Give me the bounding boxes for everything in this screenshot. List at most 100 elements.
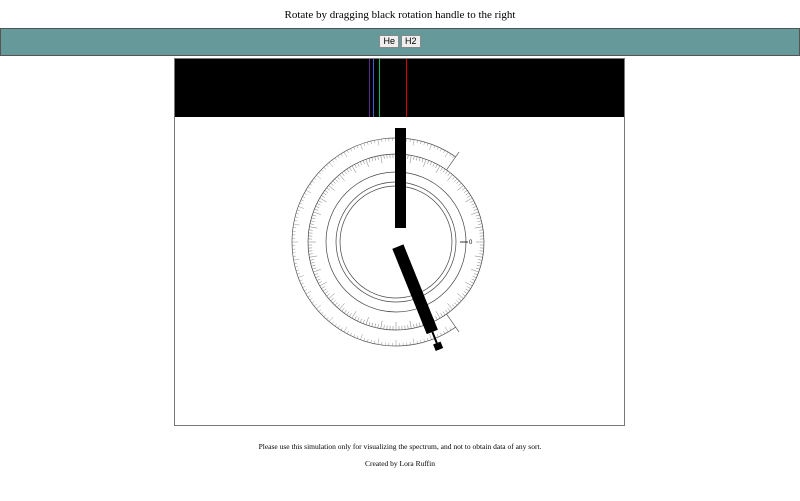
scale-tick [360, 161, 363, 166]
scale-tick [316, 278, 321, 281]
scale-tick [308, 253, 313, 255]
scale-tick [471, 211, 479, 215]
scale-tick [470, 200, 474, 203]
outer-scale-tick [443, 331, 445, 334]
scale-tick [435, 311, 441, 319]
scale-tick [330, 182, 334, 186]
outer-scale-tick [436, 334, 439, 338]
outer-scale-tick [318, 309, 322, 312]
scale-tick [374, 156, 376, 161]
scale-tick [462, 187, 466, 191]
scale-tick [309, 223, 314, 225]
scale-tick [475, 267, 480, 270]
outer-scale-tick [377, 338, 380, 345]
outer-scale-tick [313, 177, 317, 180]
scale-tick [344, 309, 347, 314]
scale-tick [326, 187, 330, 191]
protractor-scale [291, 137, 485, 347]
outer-scale-tick [370, 141, 372, 145]
scale-tick [322, 192, 327, 196]
scale-tick [467, 195, 471, 198]
scale-tick [413, 155, 415, 160]
outer-scale-tick [423, 339, 425, 343]
gas-selector-toolbar: He H2 [0, 28, 800, 56]
scale-tick [445, 170, 448, 175]
scale-tick [324, 190, 329, 193]
outer-scale-tick [326, 316, 329, 320]
scale-tick [409, 320, 412, 329]
outer-scale-tick [340, 327, 343, 331]
scale-tick [465, 281, 473, 287]
scale-tick [383, 325, 385, 330]
simulation-panel: 0 [174, 58, 625, 426]
scale-tick [368, 158, 371, 163]
outer-scale-tick [374, 340, 376, 344]
rotation-handle[interactable] [433, 341, 444, 352]
scale-tick [336, 304, 340, 308]
scale-tick [465, 197, 473, 203]
outer-scale-tick [297, 273, 300, 275]
scale-tick [458, 182, 462, 186]
h2-button[interactable]: H2 [401, 35, 421, 48]
scale-tick [456, 300, 460, 304]
scale-tick [321, 286, 325, 289]
outer-scale-tick [452, 155, 455, 159]
outer-scale-tick [334, 323, 337, 327]
outer-scale-tick [444, 151, 449, 158]
outer-scale-tick [429, 144, 432, 150]
scale-tick [442, 311, 446, 316]
scale-tick [315, 275, 320, 278]
scale-tick [447, 308, 451, 312]
outer-scale-tick [350, 332, 352, 336]
outer-scale-tick [331, 159, 334, 163]
scale-tick [447, 172, 451, 176]
rotation-arm-bar[interactable] [392, 244, 438, 335]
scale-tick [377, 155, 379, 160]
outer-scale-tick [360, 144, 363, 150]
scale-tick [421, 158, 424, 163]
outer-scale-tick [295, 266, 299, 268]
scale-tick [311, 217, 316, 220]
scale-tick [334, 302, 338, 306]
outer-scale-tick [299, 279, 303, 282]
outer-scale-tick [443, 150, 445, 153]
scale-tick [418, 157, 421, 162]
outer-scale-tick [377, 139, 380, 146]
scale-tick [324, 291, 329, 294]
scale-tick [357, 162, 360, 167]
scale-tick [312, 214, 317, 217]
outer-scale-tick [316, 175, 322, 180]
outer-scale-tick [295, 269, 299, 271]
scale-tick [341, 172, 345, 176]
outer-scale-tick [298, 275, 304, 278]
scale-tick [313, 269, 321, 273]
outer-scale-tick [305, 189, 312, 194]
protractor-dial: 0 [291, 128, 485, 352]
scale-tick [458, 298, 462, 302]
outer-scale-tick [318, 172, 322, 175]
outer-scale-tick [295, 213, 299, 215]
spectral-line-violet [369, 59, 370, 117]
scale-tick [413, 324, 415, 329]
outer-scale-tick [323, 167, 326, 170]
outer-scale-tick [350, 148, 352, 152]
scale-tick [452, 304, 456, 308]
scale-tick [316, 203, 321, 206]
scale-tick [319, 197, 327, 203]
scale-tick [318, 200, 322, 203]
outer-scale-tick [311, 180, 315, 183]
scale-tick [349, 167, 352, 171]
scale-tick [423, 159, 427, 167]
scale-tick [440, 167, 443, 171]
outer-scale-tick [323, 314, 326, 317]
scale-tick [472, 206, 477, 209]
outer-scale-tick [316, 304, 322, 309]
outer-scale-tick [305, 290, 312, 295]
scale-tick [467, 286, 471, 289]
he-button[interactable]: He [379, 35, 399, 48]
outer-scale-tick [321, 312, 324, 315]
spectral-line-red [406, 59, 407, 117]
scale-tick [416, 156, 418, 161]
scale-tick [344, 170, 347, 175]
scale-tick [465, 192, 470, 196]
